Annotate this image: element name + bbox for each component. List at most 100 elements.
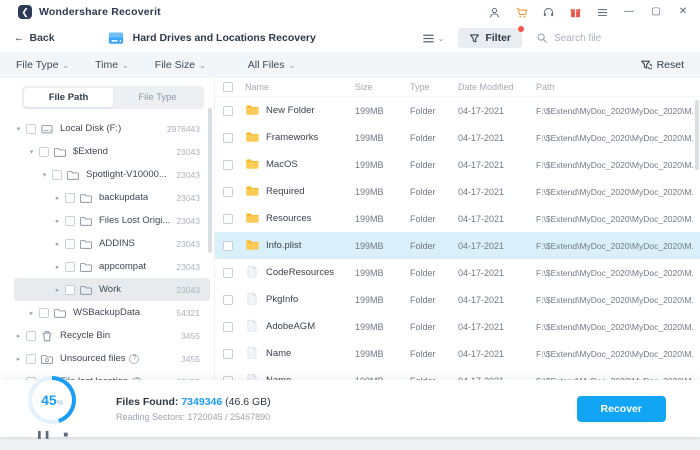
row-checkbox[interactable] (223, 160, 233, 170)
tree-checkbox[interactable] (52, 170, 62, 180)
collapse-icon[interactable]: ▸ (53, 263, 62, 271)
tree-item-files-lost-origi[interactable]: ▸Files Lost Origi...23043 (14, 209, 210, 232)
cart-icon[interactable] (514, 5, 528, 19)
column-size[interactable]: Size (355, 82, 410, 92)
tree-item-local-disk-f[interactable]: ▾Local Disk (F:)2976443 (14, 117, 210, 140)
table-row-info-plist-5[interactable]: Info.plist199MBFolder04-17-2021F:\$Exten… (215, 232, 700, 259)
minimize-button[interactable]: — (622, 5, 636, 19)
tree-item-label: Unsourced files (60, 353, 125, 364)
tree-item-appcompat[interactable]: ▸appcompat23043 (14, 255, 210, 278)
filter-all-files[interactable]: All Files ⌄ (248, 59, 295, 71)
row-checkbox[interactable] (223, 214, 233, 224)
column-path[interactable]: Path (536, 82, 694, 92)
expand-icon[interactable]: ▾ (14, 125, 23, 133)
tree-checkbox[interactable] (26, 331, 36, 341)
close-button[interactable]: ✕ (676, 5, 690, 19)
tree-item-addins[interactable]: ▸ADDINS23043 (14, 232, 210, 255)
cell-path: F:\$Extend\MyDoc_2020\MyDoc_2020\M... (536, 214, 694, 224)
reset-button[interactable]: Reset (640, 59, 684, 71)
percent-sign: % (57, 400, 63, 407)
collapse-icon[interactable]: ▸ (27, 309, 36, 317)
select-all-checkbox[interactable] (223, 82, 233, 92)
filter-file-size[interactable]: File Size ⌄ (155, 59, 206, 71)
filter-time[interactable]: Time ⌄ (95, 59, 129, 71)
column-name[interactable]: Name (245, 82, 355, 92)
help-icon[interactable]: ? (129, 354, 139, 364)
column-type[interactable]: Type (410, 82, 458, 92)
table-row-new-folder-0[interactable]: New Folder199MBFolder04-17-2021F:\$Exten… (215, 97, 700, 124)
table-row-resources-4[interactable]: Resources199MBFolder04-17-2021F:\$Extend… (215, 205, 700, 232)
view-selector[interactable]: ⌄ (422, 32, 445, 45)
table-row-pkginfo-7[interactable]: PkgInfo199MBFolder04-17-2021F:\$Extend\M… (215, 286, 700, 313)
table-row-required-3[interactable]: Required199MBFolder04-17-2021F:\$Extend\… (215, 178, 700, 205)
sidebar-scrollbar[interactable] (208, 108, 212, 253)
support-headset-icon[interactable] (541, 5, 555, 19)
back-button[interactable]: ← Back (14, 32, 55, 44)
maximize-button[interactable]: ▢ (649, 5, 663, 19)
filter-button[interactable]: Filter (458, 28, 522, 48)
tree-checkbox[interactable] (65, 193, 75, 203)
tree-item-label: Files Lost Origi... (99, 215, 170, 226)
cell-date: 04-17-2021 (458, 322, 536, 332)
tree-item-extend[interactable]: ▾$Extend23043 (14, 140, 210, 163)
folder-icon (80, 192, 95, 204)
row-checkbox[interactable] (223, 268, 233, 278)
row-checkbox[interactable] (223, 133, 233, 143)
collapse-icon[interactable]: ▸ (53, 240, 62, 248)
tree-checkbox[interactable] (65, 262, 75, 272)
list-view-icon (422, 32, 435, 45)
row-checkbox[interactable] (223, 295, 233, 305)
row-checkbox[interactable] (223, 106, 233, 116)
table-row-adobeagm-8[interactable]: AdobeAGM199MBFolder04-17-2021F:\$Extend\… (215, 313, 700, 340)
table-row-macos-2[interactable]: MacOS199MBFolder04-17-2021F:\$Extend\MyD… (215, 151, 700, 178)
tree-checkbox[interactable] (65, 239, 75, 249)
account-icon[interactable] (487, 5, 501, 19)
cell-path: F:\$Extend\MyDoc_2020\MyDoc_2020\M... (536, 295, 694, 305)
cell-type: Folder (410, 133, 458, 143)
row-checkbox[interactable] (223, 349, 233, 359)
tree-item-unsourced-files[interactable]: ▸Unsourced files?3455 (14, 347, 210, 370)
tree-checkbox[interactable] (39, 308, 49, 318)
collapse-icon[interactable]: ▸ (53, 286, 62, 294)
menu-list-icon[interactable] (595, 5, 609, 19)
expand-icon[interactable]: ▾ (27, 148, 36, 156)
tree-checkbox[interactable] (26, 124, 36, 134)
tree-item-work[interactable]: ▸Work23043 (14, 278, 210, 301)
collapse-icon[interactable]: ▸ (53, 194, 62, 202)
row-checkbox[interactable] (223, 187, 233, 197)
cell-name: AdobeAGM (266, 321, 315, 332)
collapse-icon[interactable]: ▸ (14, 332, 23, 340)
gift-icon[interactable] (568, 5, 582, 19)
tree-item-label: backupdata (99, 192, 148, 203)
tab-file-path[interactable]: File Path (24, 88, 113, 107)
row-checkbox[interactable] (223, 322, 233, 332)
collapse-icon[interactable]: ▸ (53, 217, 62, 225)
tab-file-type[interactable]: File Type (113, 88, 202, 107)
search-box[interactable] (536, 32, 686, 44)
row-checkbox[interactable] (223, 241, 233, 251)
table-row-name-9[interactable]: Name199MBFolder04-17-2021F:\$Extend\MyDo… (215, 340, 700, 367)
tree-item-backupdata[interactable]: ▸backupdata23043 (14, 186, 210, 209)
expand-icon[interactable]: ▾ (40, 171, 49, 179)
cell-path: F:\$Extend\MyDoc_2020\MyDoc_2020\M... (536, 187, 694, 197)
cell-path: F:\$Extend\MyDoc_2020\MyDoc_2020\M... (536, 349, 694, 359)
tree-item-wsbackupdata[interactable]: ▸WSBackupData54321 (14, 301, 210, 324)
tree-checkbox[interactable] (65, 285, 75, 295)
tree-checkbox[interactable] (65, 216, 75, 226)
pause-button[interactable]: ❚❚ (36, 431, 51, 439)
search-input[interactable] (554, 33, 686, 44)
tree-item-recycle-bin[interactable]: ▸Recycle Bin3455 (14, 324, 210, 347)
table-scrollbar[interactable] (695, 100, 699, 170)
recover-button[interactable]: Recover (577, 396, 666, 422)
column-date-modified[interactable]: Date Modified (458, 82, 536, 92)
tree-checkbox[interactable] (26, 354, 36, 364)
filter-file-type[interactable]: File Type ⌄ (16, 59, 69, 71)
chevron-down-icon: ⌄ (438, 34, 445, 43)
cell-type: Folder (410, 160, 458, 170)
tree-item-spotlight-v10000[interactable]: ▾Spotlight-V10000...23043 (14, 163, 210, 186)
stop-button[interactable]: ■ (63, 431, 69, 439)
tree-checkbox[interactable] (39, 147, 49, 157)
table-row-coderesources-6[interactable]: CodeResources199MBFolder04-17-2021F:\$Ex… (215, 259, 700, 286)
table-row-frameworks-1[interactable]: Frameworks199MBFolder04-17-2021F:\$Exten… (215, 124, 700, 151)
collapse-icon[interactable]: ▸ (14, 355, 23, 363)
